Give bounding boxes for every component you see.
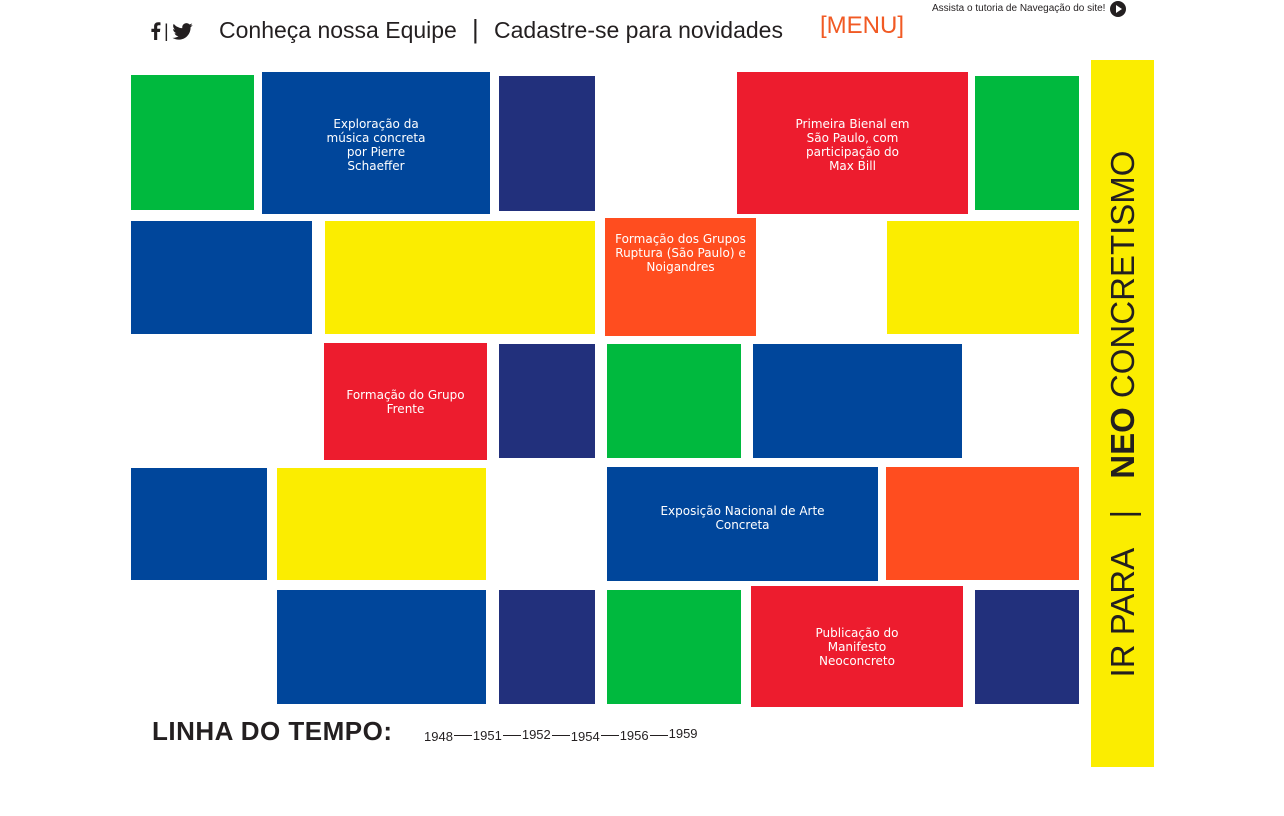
tile-11 <box>499 344 595 458</box>
timeline-dash <box>502 734 521 736</box>
tile-22 <box>975 590 1079 704</box>
tile-label: Formação dos Grupos Ruptura (São Paulo) … <box>615 232 746 274</box>
tile-label: Publicação do Manifesto Neoconcreto <box>815 626 899 668</box>
nav-link-signup[interactable]: Cadastre-se para novidades <box>494 16 783 44</box>
sidebar-label-part3: CONCRETISMO <box>1103 150 1141 398</box>
go-to-neoconcretismo-button[interactable]: IR PARA | NEO CONCRETISMO <box>1091 60 1154 767</box>
social-separator: | <box>164 21 169 41</box>
sidebar-separator: | <box>1103 509 1141 518</box>
sidebar-label: IR PARA | NEO CONCRETISMO <box>1103 150 1143 677</box>
twitter-icon[interactable] <box>171 22 193 40</box>
timeline-dash <box>600 734 619 736</box>
timeline-dash <box>453 734 472 736</box>
sidebar-label-part1: IR PARA <box>1103 549 1141 677</box>
tile-19 <box>499 590 595 704</box>
tile-label: Primeira Bienal em São Paulo, com partic… <box>795 117 910 173</box>
timeline-year[interactable]: 1952 <box>522 727 551 743</box>
timeline-dash <box>551 734 570 736</box>
tile-event-grupo-frente[interactable]: Formação do Grupo Frente <box>324 343 487 460</box>
tile-event-primeira-bienal[interactable]: Primeira Bienal em São Paulo, com partic… <box>737 72 968 214</box>
play-circle-icon <box>1110 1 1127 17</box>
tile-20 <box>607 590 741 704</box>
nav-separator: | <box>472 14 479 44</box>
tutorial-link[interactable]: Assista o tutoria de Navegação do site! <box>932 1 1127 17</box>
tile-label: Exposição Nacional de Arte Concreta <box>660 504 825 532</box>
tile-event-grupos-ruptura[interactable]: Formação dos Grupos Ruptura (São Paulo) … <box>605 218 756 336</box>
tile-15 <box>277 468 486 580</box>
timeline-title: LINHA DO TEMPO: <box>152 716 393 746</box>
tile-17 <box>886 467 1079 580</box>
tile-event-manifesto-neoconcreto[interactable]: Publicação do Manifesto Neoconcreto <box>751 586 963 707</box>
timeline-year[interactable]: 1959 <box>669 726 698 742</box>
tile-3 <box>499 76 595 211</box>
tile-event-exposicao-nacional[interactable]: Exposição Nacional de Arte Concreta <box>607 467 878 581</box>
tutorial-text: Assista o tutoria de Navegação do site! <box>932 3 1106 14</box>
timeline-year[interactable]: 1956 <box>620 728 649 744</box>
tile-5 <box>975 76 1079 210</box>
nav-link-team[interactable]: Conheça nossa Equipe <box>219 16 457 44</box>
sidebar-label-part2: NEO <box>1103 406 1141 479</box>
tile-9 <box>887 221 1079 334</box>
timeline-year[interactable]: 1954 <box>571 729 600 745</box>
tile-label: Exploração da música concreta por Pierre… <box>326 117 426 173</box>
timeline-years: 1948 1951 1952 1954 1956 1959 <box>424 724 698 746</box>
timeline-year[interactable]: 1951 <box>473 728 502 744</box>
menu-button[interactable]: [MENU] <box>820 12 904 40</box>
social-links: | <box>150 20 193 42</box>
tile-1 <box>131 75 254 210</box>
facebook-icon[interactable] <box>150 22 161 40</box>
tile-6 <box>131 221 312 334</box>
tile-14 <box>131 468 267 580</box>
timeline-dash <box>649 734 668 736</box>
tile-event-pierre-schaeffer[interactable]: Exploração da música concreta por Pierre… <box>262 72 490 214</box>
timeline-year[interactable]: 1948 <box>424 729 453 745</box>
tile-label: Formação do Grupo Frente <box>346 388 465 416</box>
tile-12 <box>607 344 741 458</box>
tile-13 <box>753 344 962 458</box>
tile-7 <box>325 221 595 334</box>
tile-18 <box>277 590 486 704</box>
